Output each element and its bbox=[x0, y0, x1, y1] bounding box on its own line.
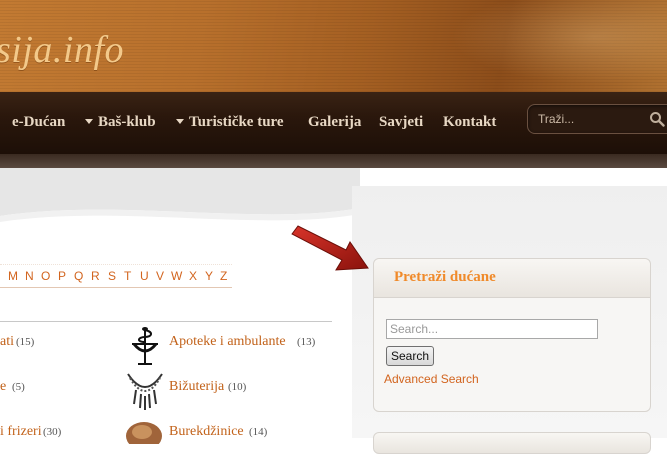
alpha-letter-o[interactable]: O bbox=[41, 269, 50, 283]
advanced-search-link[interactable]: Advanced Search bbox=[384, 372, 479, 386]
category-count: (5) bbox=[12, 381, 25, 393]
category-link-apoteke[interactable]: Apoteke i ambulante bbox=[169, 334, 286, 350]
widget-title: Pretraži dućane bbox=[394, 269, 496, 285]
category-link[interactable]: ati bbox=[0, 334, 14, 350]
category-link-bizuterija[interactable]: Bižuterija bbox=[169, 379, 224, 395]
nav-item-kontakt[interactable]: Kontakt bbox=[443, 114, 496, 131]
alpha-letter-n[interactable]: N bbox=[25, 269, 34, 283]
shop-search-widget: Pretraži dućane Search Advanced Search bbox=[373, 258, 651, 412]
alphabet-filter: M N O P Q R S T U V W X Y Z bbox=[0, 264, 232, 288]
nav-item-e-ducan[interactable]: e-Dućan bbox=[12, 114, 65, 131]
nav-bottom-strip bbox=[0, 154, 667, 168]
next-widget-header bbox=[373, 432, 651, 454]
category-count: (13) bbox=[297, 336, 316, 348]
nav-item-turisticke-ture[interactable]: Turističke ture bbox=[176, 114, 284, 131]
caret-down-icon bbox=[176, 118, 184, 124]
nav-item-savjeti[interactable]: Savjeti bbox=[379, 114, 423, 131]
category-count: (30) bbox=[43, 426, 62, 438]
nav-search-input[interactable] bbox=[536, 110, 650, 128]
category-link[interactable]: e bbox=[0, 379, 6, 395]
category-count: (15) bbox=[16, 336, 35, 348]
alpha-letter-q[interactable]: Q bbox=[74, 269, 83, 283]
alpha-letter-s[interactable]: S bbox=[108, 269, 116, 283]
nav-item-bas-klub[interactable]: Baš-klub bbox=[85, 114, 156, 131]
alpha-letter-r[interactable]: R bbox=[91, 269, 100, 283]
widget-header: Pretraži dućane bbox=[374, 259, 650, 298]
burek-icon bbox=[126, 422, 162, 444]
nav-search-box bbox=[527, 104, 667, 134]
alpha-letter-v[interactable]: V bbox=[156, 269, 164, 283]
necklace-icon bbox=[127, 373, 163, 410]
nav-item-galerija[interactable]: Galerija bbox=[308, 114, 361, 131]
category-count: (10) bbox=[228, 381, 247, 393]
alpha-letter-z[interactable]: Z bbox=[220, 269, 227, 283]
alpha-letter-t[interactable]: T bbox=[124, 269, 131, 283]
alpha-letter-y[interactable]: Y bbox=[205, 269, 213, 283]
search-icon[interactable] bbox=[649, 111, 665, 127]
site-logo[interactable]: sija.info bbox=[0, 28, 124, 72]
alpha-letter-u[interactable]: U bbox=[140, 269, 149, 283]
alpha-letter-p[interactable]: P bbox=[58, 269, 66, 283]
shop-search-input[interactable] bbox=[386, 319, 598, 339]
category-count: (14) bbox=[249, 426, 268, 438]
pointer-arrow-icon bbox=[291, 225, 369, 271]
site-header: sija.info bbox=[0, 0, 667, 92]
shop-search-button[interactable]: Search bbox=[386, 346, 435, 366]
pharmacy-icon bbox=[132, 327, 158, 365]
caret-down-icon bbox=[85, 118, 93, 124]
alpha-letter-m[interactable]: M bbox=[8, 269, 18, 283]
alpha-letter-x[interactable]: X bbox=[189, 269, 197, 283]
alpha-letter-w[interactable]: W bbox=[171, 269, 182, 283]
category-divider bbox=[0, 321, 332, 322]
